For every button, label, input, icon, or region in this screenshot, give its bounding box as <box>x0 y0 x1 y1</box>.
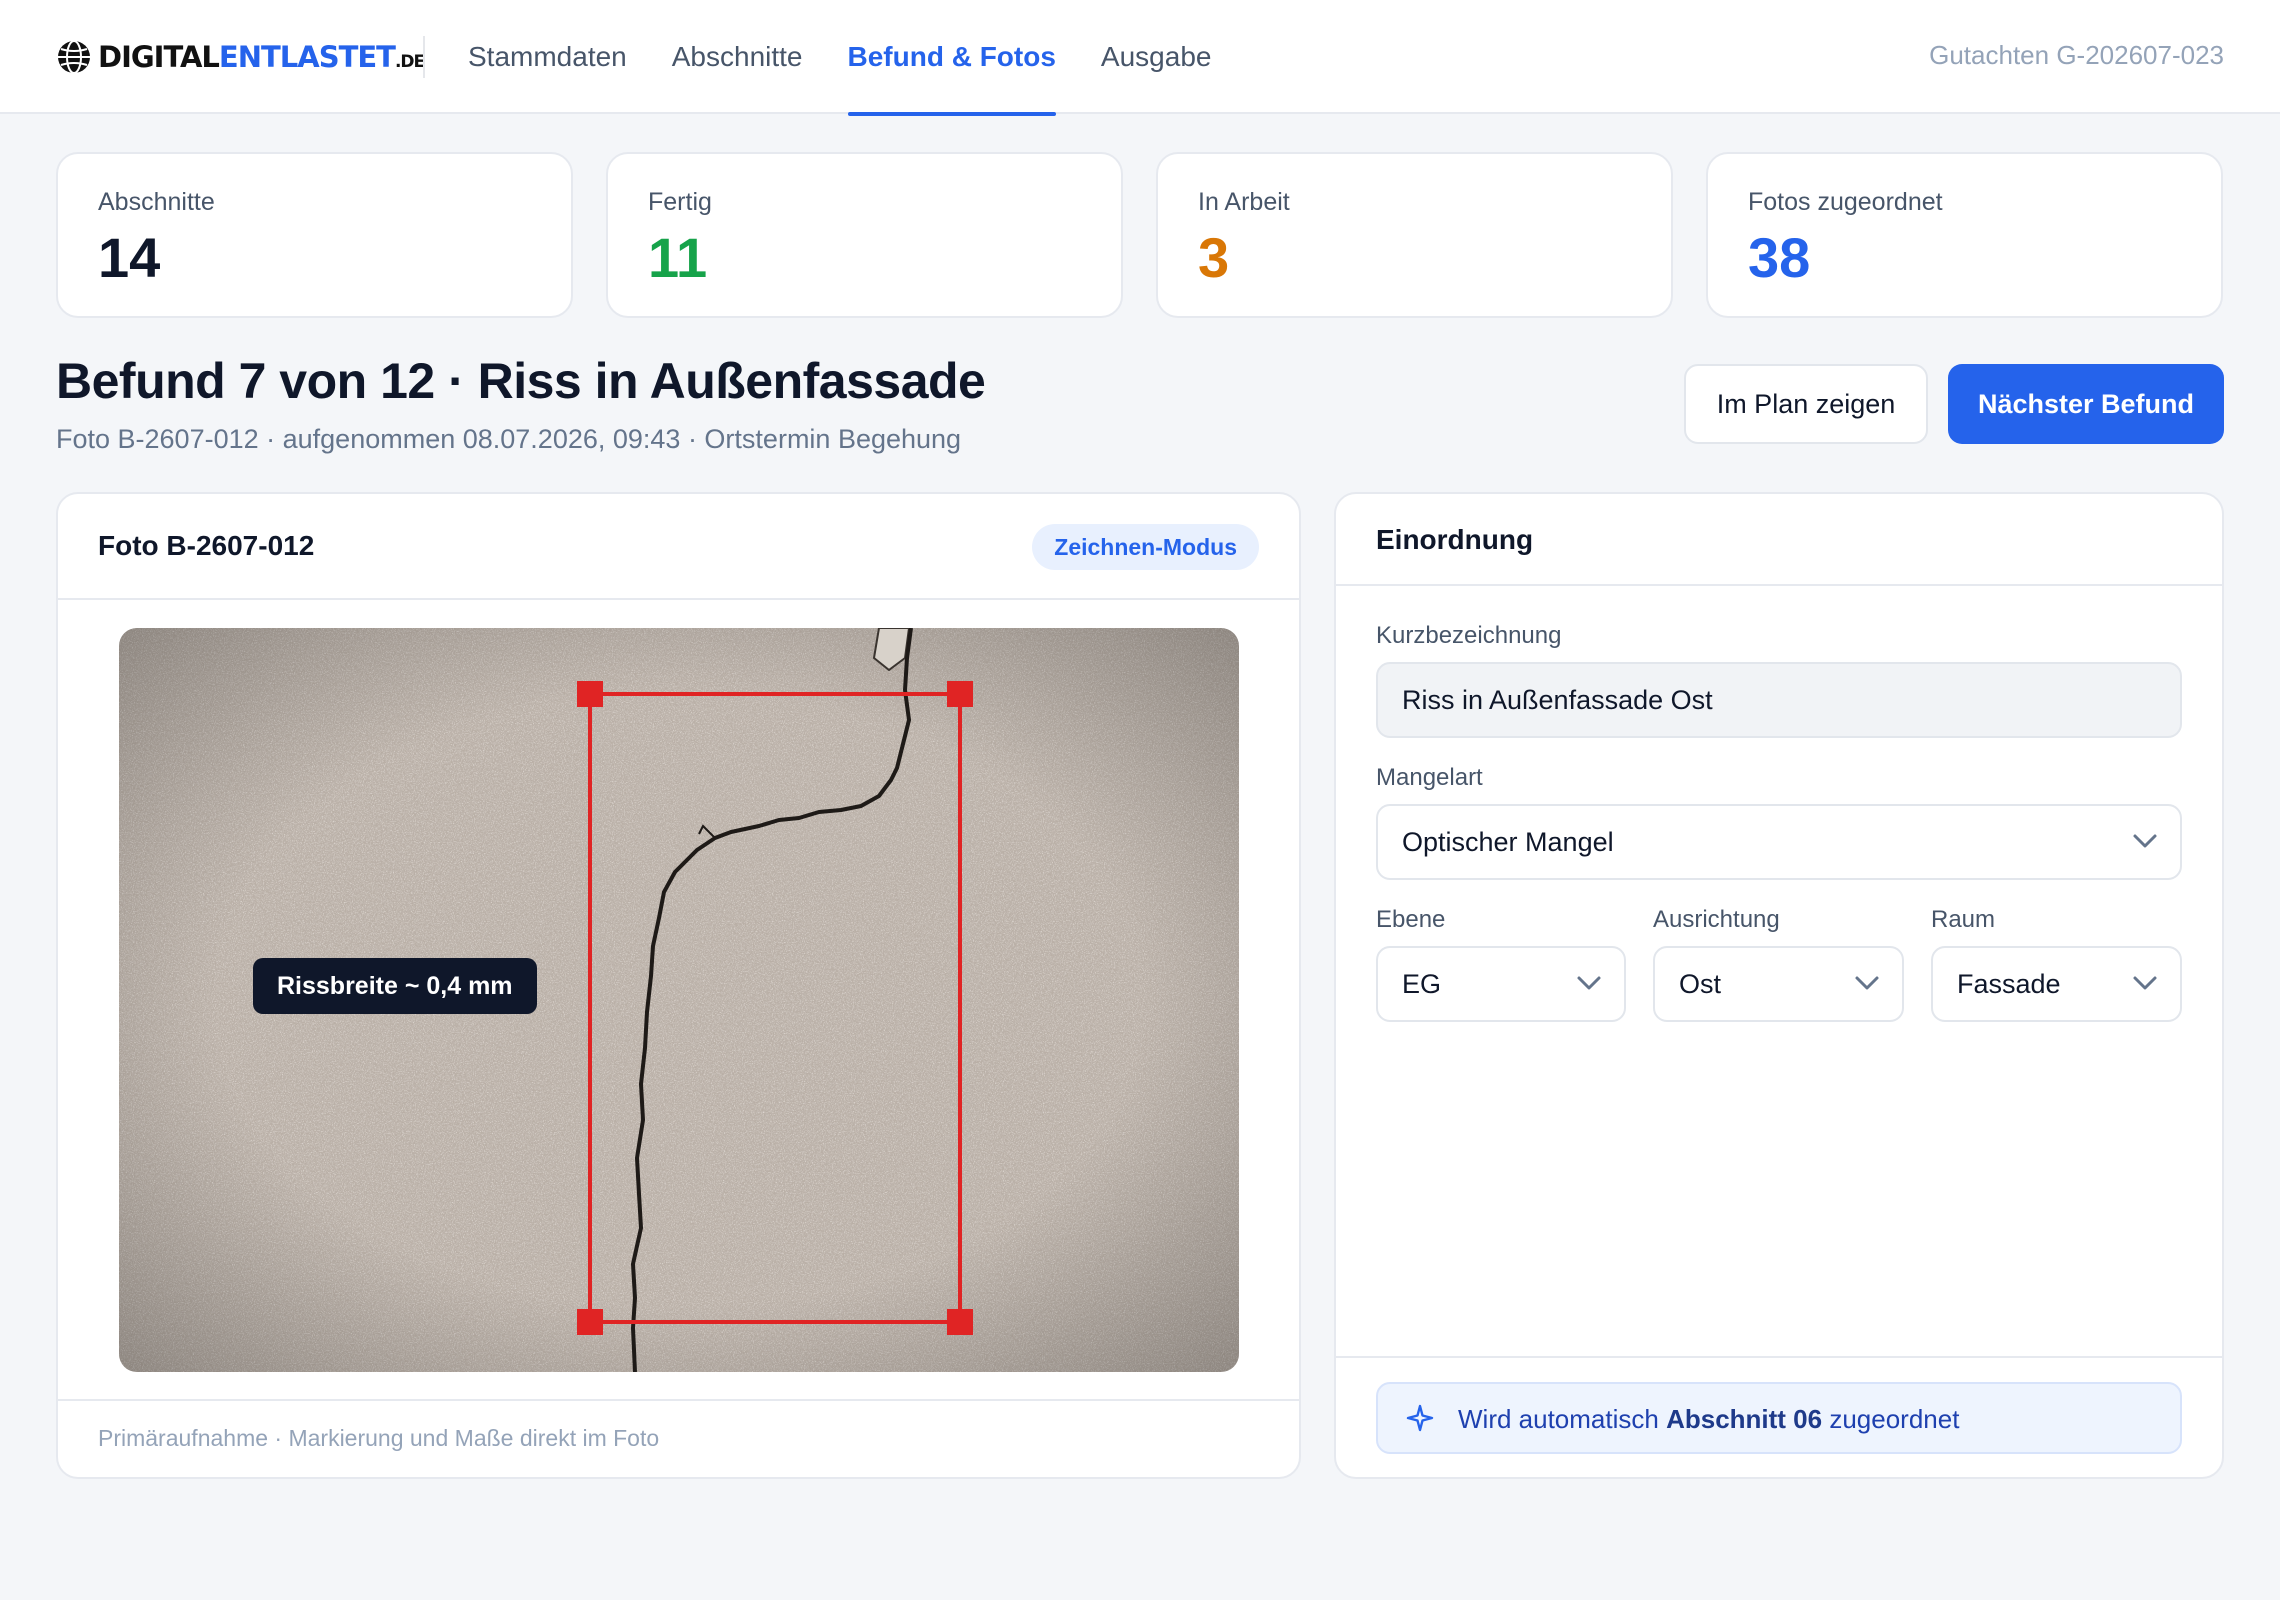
chevron-down-icon <box>1855 976 1879 990</box>
photo-card: Foto B-2607-012 Zeichnen-Modus Rissbreit… <box>56 492 1301 1479</box>
drawing-mode-badge[interactable]: Zeichnen-Modus <box>1032 524 1259 570</box>
orientation-value: Ost <box>1679 968 1722 999</box>
case-id: Gutachten G-202607-023 <box>1929 40 2224 70</box>
logo[interactable]: DIGITALENTLASTET.DE <box>56 38 425 76</box>
room-value: Fassade <box>1957 968 2061 999</box>
short-label-input[interactable]: Riss in Außenfassade Ost <box>1376 662 2182 738</box>
orientation-label: Ausrichtung <box>1653 906 1780 933</box>
sparkle-icon <box>1406 1404 1434 1432</box>
classification-footer-divider <box>1336 1356 2222 1358</box>
stat-value: 3 <box>1198 226 1230 289</box>
photo-card-header: Foto B-2607-012 Zeichnen-Modus <box>58 494 1299 600</box>
room-select[interactable]: Fassade <box>1931 946 2182 1022</box>
classification-card: Einordnung Kurzbezeichnung Riss in Außen… <box>1334 492 2224 1479</box>
photo-title: Foto B-2607-012 <box>98 530 315 561</box>
short-label-label: Kurzbezeichnung <box>1376 622 1562 649</box>
logo-text: DIGITALENTLASTET.DE <box>98 40 425 74</box>
auto-assignment-notice: Wird automatisch Abschnitt 06 zugeordnet <box>1376 1382 2182 1454</box>
measurement-label[interactable]: Rissbreite ~ 0,4 mm <box>253 958 537 1014</box>
photo-card-footer: Primäraufnahme · Markierung und Maße dir… <box>58 1399 1299 1477</box>
globe-icon <box>58 40 90 74</box>
nav-item-stammdaten[interactable]: Stammdaten <box>468 0 627 114</box>
main-nav: Stammdaten Abschnitte Befund & Fotos Aus… <box>468 0 1212 116</box>
nav-item-abschnitte[interactable]: Abschnitte <box>672 0 803 114</box>
selection-handle-bottom-left <box>577 1309 603 1335</box>
photo-caption: Primäraufnahme · Markierung und Maße dir… <box>98 1425 660 1451</box>
stat-card-in-arbeit: In Arbeit 3 <box>1156 152 1673 318</box>
level-value: EG <box>1402 968 1442 999</box>
selection-handle-top-left <box>577 681 603 707</box>
page-title: Befund 7 von 12 · Riss in Außenfassade <box>56 353 986 409</box>
level-select[interactable]: EG <box>1376 946 1626 1022</box>
classification-title: Einordnung <box>1376 524 1534 555</box>
defect-type-value: Optischer Mangel <box>1402 826 1614 857</box>
defect-type-select[interactable]: Optischer Mangel <box>1376 804 2182 880</box>
page-subtitle: Foto B-2607-012 · aufgenommen 08.07.2026… <box>56 424 962 454</box>
nav-item-ausgabe[interactable]: Ausgabe <box>1101 0 1212 114</box>
stat-value: 14 <box>98 226 161 289</box>
classification-header: Einordnung <box>1336 494 2222 586</box>
stat-value: 11 <box>648 226 708 289</box>
defect-type-label: Mangelart <box>1376 764 1483 791</box>
stat-label: In Arbeit <box>1198 188 1290 216</box>
room-label: Raum <box>1931 906 1996 933</box>
auto-assignment-section: Abschnitt 06 <box>1666 1404 1823 1434</box>
stat-card-fotos-zugeordnet: Fotos zugeordnet 38 <box>1706 152 2223 318</box>
stat-card-fertig: Fertig 11 <box>606 152 1123 318</box>
chevron-down-icon <box>2133 834 2157 848</box>
show-in-plan-button[interactable]: Im Plan zeigen <box>1684 364 1928 444</box>
level-label: Ebene <box>1376 906 1446 933</box>
stat-label: Fotos zugeordnet <box>1748 188 1943 216</box>
orientation-select[interactable]: Ost <box>1653 946 1904 1022</box>
next-finding-button[interactable]: Nächster Befund <box>1948 364 2224 444</box>
auto-assignment-text: Wird automatisch Abschnitt 06 zugeordnet <box>1458 1404 1960 1434</box>
header-divider <box>423 36 425 78</box>
photo-canvas[interactable]: Rissbreite ~ 0,4 mm <box>119 628 1239 1372</box>
stat-label: Fertig <box>648 188 712 216</box>
selection-handle-top-right <box>947 681 973 707</box>
chevron-down-icon <box>1577 976 1601 990</box>
chevron-down-icon <box>2133 976 2157 990</box>
top-bar: DIGITALENTLASTET.DE Stammdaten Abschnitt… <box>0 0 2280 116</box>
stat-card-abschnitte: Abschnitte 14 <box>56 152 573 318</box>
stat-value: 38 <box>1748 226 1811 289</box>
short-label-value: Riss in Außenfassade Ost <box>1402 684 1713 715</box>
stat-label: Abschnitte <box>98 188 215 216</box>
selection-handle-bottom-right <box>947 1309 973 1335</box>
nav-item-befund-fotos[interactable]: Befund & Fotos <box>847 0 1057 116</box>
